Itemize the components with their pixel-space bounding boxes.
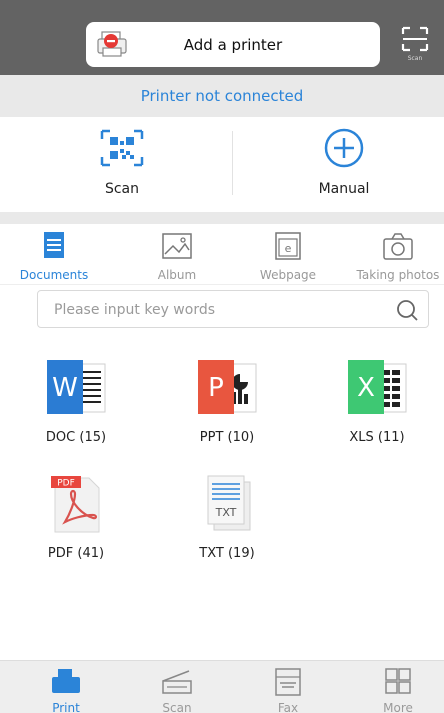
nav-fax[interactable]: Fax [238,667,338,713]
file-type-xls-label: XLS (11) [349,430,405,445]
svg-text:X: X [357,373,375,403]
nav-fax-label: Fax [277,701,299,713]
powerpoint-file-icon: P [198,360,257,414]
nav-more-label: More [383,701,413,713]
file-type-pdf-label: PDF (41) [47,546,105,561]
tab-documents[interactable]: Documents [4,230,104,282]
file-type-doc-label: DOC (15) [45,430,107,445]
tab-taking-photos-label: Taking photos [356,268,440,282]
tab-documents-label: Documents [19,268,89,282]
add-printer-button[interactable]: Add a printer [86,22,380,67]
svg-text:e: e [285,242,292,255]
scan-connect-label: Scan [104,181,140,197]
qr-code-icon [100,129,144,167]
file-type-pdf[interactable]: PDF PDF (41) [21,472,131,561]
search-bar [37,290,429,328]
scanner-icon [162,670,192,694]
printer-status: Printer not connected [0,75,444,117]
image-icon [162,233,192,259]
tab-webpage-label: Webpage [259,268,317,282]
svg-text:W: W [52,373,78,403]
section-separator [0,212,444,224]
nav-scan[interactable]: Scan [127,667,227,713]
excel-file-icon: X [348,360,407,414]
fax-icon [275,668,301,696]
txt-badge-text: TXT [215,506,237,519]
manual-connect-label: Manual [318,181,370,197]
manual-connect-button[interactable]: Manual [274,127,414,197]
scan-frame-icon [401,26,429,52]
pdf-file-icon: PDF [51,476,100,533]
camera-icon [383,233,413,260]
qr-scan-button[interactable]: Scan [395,22,435,66]
grid-icon [385,668,411,694]
file-type-doc[interactable]: W DOC (15) [21,356,131,445]
pdf-badge-text: PDF [57,479,75,489]
print-icon [52,669,80,693]
file-type-xls[interactable]: X XLS (11) [322,356,432,445]
tab-album-label: Album [157,268,197,282]
word-file-icon: W [47,360,106,414]
nav-more[interactable]: More [348,667,444,713]
source-tabs: Documents Album e Webpage Taking photos [0,224,444,286]
nav-scan-label: Scan [162,701,192,713]
webpage-icon: e [275,232,301,260]
file-type-txt[interactable]: TXT TXT (19) [172,472,282,561]
plus-circle-icon [324,128,364,168]
connect-actions: Scan Manual [0,117,444,212]
tab-taking-photos[interactable]: Taking photos [348,230,444,282]
bottom-navigation: Print Scan Fax More [0,660,444,713]
tabs-divider [0,284,444,285]
top-bar: Add a printer Scan [0,0,444,75]
search-input[interactable] [54,299,374,321]
scan-connect-button[interactable]: Scan [52,127,192,197]
file-type-ppt[interactable]: P PPT (10) [172,356,282,445]
txt-file-icon: TXT [207,475,251,531]
tab-album[interactable]: Album [127,230,227,282]
file-type-ppt-label: PPT (10) [199,430,255,445]
add-printer-label: Add a printer [183,35,283,54]
actions-divider [232,131,233,195]
qr-scan-label: Scan [407,55,423,62]
printer-icon [97,31,127,57]
tab-webpage[interactable]: e Webpage [238,230,338,282]
search-icon[interactable] [394,297,420,323]
document-icon [44,232,64,258]
svg-text:P: P [208,373,224,403]
nav-print[interactable]: Print [16,667,116,713]
file-type-txt-label: TXT (19) [199,546,255,561]
nav-print-label: Print [52,701,80,713]
